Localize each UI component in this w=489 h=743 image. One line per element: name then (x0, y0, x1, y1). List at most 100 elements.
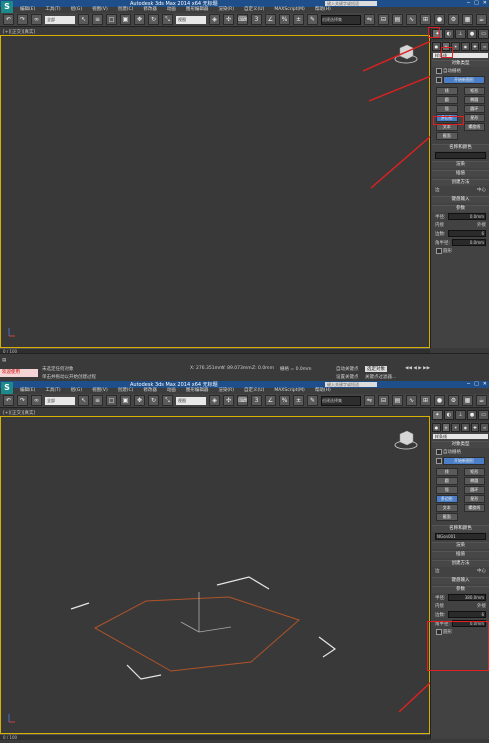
shape-button[interactable]: 星形 (463, 114, 485, 122)
hierarchy-tab-icon[interactable]: ⊥ (455, 410, 466, 420)
shape-button[interactable]: 多边形 (436, 495, 458, 503)
shape-button[interactable]: 截面 (436, 132, 458, 140)
render-setup-icon[interactable]: ⚙ (448, 14, 459, 25)
selection-filter-dropdown[interactable]: 全部 (45, 396, 75, 405)
rotate-icon[interactable]: ↻ (148, 14, 159, 25)
align-icon[interactable]: ⊟ (378, 14, 389, 25)
radius-spinner[interactable]: 半径: 0.0mm (432, 212, 489, 221)
angle-snap-icon[interactable]: ∠ (265, 14, 276, 25)
pivot-icon[interactable]: ◈ (209, 14, 220, 25)
set-key-label[interactable]: 设置关键点 (336, 374, 359, 380)
spinner-snap-icon[interactable]: ± (293, 14, 304, 25)
manipulate-icon[interactable]: ✣ (223, 14, 234, 25)
curve-editor-icon[interactable]: ∿ (406, 14, 417, 25)
snap-icon[interactable]: 3 (251, 14, 262, 25)
motion-tab-icon[interactable]: ● (466, 410, 478, 420)
search-input[interactable]: 键入关键字或短语 (325, 1, 377, 6)
snap-icon[interactable]: 3 (251, 395, 262, 406)
object-name-field[interactable] (435, 152, 486, 159)
shape-button[interactable]: 线 (436, 87, 458, 95)
shape-button[interactable]: 弧 (436, 105, 458, 113)
layer-icon[interactable]: ▤ (392, 14, 403, 25)
geometry-icon[interactable]: ● (432, 42, 441, 51)
lights-icon[interactable]: ☀ (451, 423, 461, 432)
rotate-icon[interactable]: ↻ (148, 395, 159, 406)
undo-icon[interactable]: ↶ (3, 395, 14, 406)
minimize-button[interactable]: ─ (467, 381, 470, 387)
geometry-icon[interactable]: ● (432, 423, 441, 432)
shape-button[interactable]: 截面 (436, 513, 458, 521)
schematic-icon[interactable]: ⊞ (420, 395, 431, 406)
start-new-shape-checkbox[interactable]: 开始新图形 (432, 456, 489, 466)
percent-snap-icon[interactable]: % (279, 14, 290, 25)
perspective-viewport[interactable] (0, 35, 432, 348)
start-new-shape-checkbox[interactable]: 开始新图形 (432, 75, 489, 85)
rect-region-icon[interactable]: □ (106, 14, 117, 25)
rollout-header[interactable]: 渲染 (432, 543, 489, 549)
app-logo-icon[interactable]: S (1, 1, 13, 13)
mirror-icon[interactable]: ⇋ (364, 395, 375, 406)
shape-button[interactable]: 椭圆 (463, 96, 485, 104)
selection-filter-dropdown[interactable]: 全部 (45, 15, 75, 24)
radius-spinner[interactable]: 半径: 380.0mm (432, 593, 489, 602)
coord-z[interactable]: Z: 0.0mm (252, 366, 274, 371)
create-tab-icon[interactable]: ✦ (432, 410, 443, 420)
undo-icon[interactable]: ↶ (3, 14, 14, 25)
shape-button[interactable]: 椭圆 (463, 477, 485, 485)
rollout-header[interactable]: 渲染 (432, 162, 489, 168)
cameras-icon[interactable]: ◉ (461, 42, 470, 51)
coord-x[interactable]: X: 276.351mm (190, 366, 223, 371)
window-crossing-icon[interactable]: ▣ (120, 14, 131, 25)
shape-button[interactable]: 圆 (436, 477, 458, 485)
rollout-header[interactable]: 插值 (432, 171, 489, 177)
render-setup-icon[interactable]: ⚙ (448, 395, 459, 406)
shape-button[interactable]: 螺旋线 (463, 123, 485, 131)
spacewarps-icon[interactable]: ≈ (480, 42, 489, 51)
sides-spinner[interactable]: 边数: 6 (432, 610, 489, 619)
modify-tab-icon[interactable]: ◐ (443, 29, 455, 39)
keyboard-shortcut-icon[interactable]: ⌨ (237, 395, 248, 406)
edit-named-sel-icon[interactable]: ✎ (307, 395, 318, 406)
corner-radius-spinner[interactable]: 角半径: 0.0mm (432, 238, 489, 247)
edit-named-sel-icon[interactable]: ✎ (307, 14, 318, 25)
shape-button[interactable]: 线 (436, 468, 458, 476)
redo-icon[interactable]: ↷ (17, 14, 28, 25)
rollout-header[interactable]: 键盘输入 (432, 197, 489, 203)
shape-button[interactable]: 圆环 (463, 486, 485, 494)
auto-key-label[interactable]: 自动关键点 (336, 366, 359, 372)
select-object-icon[interactable]: ↖ (78, 14, 89, 25)
app-logo-icon[interactable]: S (1, 382, 13, 394)
select-by-name-icon[interactable]: ≡ (92, 14, 103, 25)
curve-editor-icon[interactable]: ∿ (406, 395, 417, 406)
shapes-icon[interactable]: ⟡ (441, 423, 451, 432)
helpers-icon[interactable]: ✚ (470, 42, 480, 51)
shape-button[interactable]: 螺旋线 (463, 504, 485, 512)
move-icon[interactable]: ✥ (134, 14, 145, 25)
close-button[interactable]: ✕ (483, 381, 487, 387)
modify-tab-icon[interactable]: ◐ (443, 410, 455, 420)
shape-button[interactable]: 星形 (463, 495, 485, 503)
category-dropdown[interactable]: 样条线 (433, 434, 488, 439)
link-icon[interactable]: ∞ (31, 14, 42, 25)
render-frame-icon[interactable]: ▦ (462, 395, 473, 406)
rollout-header[interactable]: 名称和颜色 (432, 526, 489, 532)
close-button[interactable]: ✕ (483, 0, 487, 6)
shape-button[interactable]: 矩形 (463, 468, 485, 476)
rollout-header[interactable]: 名称和颜色 (432, 145, 489, 151)
material-editor-icon[interactable]: ● (434, 14, 445, 25)
link-icon[interactable]: ∞ (31, 395, 42, 406)
render-icon[interactable]: ☕ (476, 14, 487, 25)
inscribed-options[interactable]: 内接 外接 (432, 221, 489, 229)
coord-y[interactable]: Y: 89.073mm (222, 366, 252, 371)
reference-coord-dropdown[interactable]: 视图 (176, 396, 206, 405)
spinner-snap-icon[interactable]: ± (293, 395, 304, 406)
mirror-icon[interactable]: ⇋ (364, 14, 375, 25)
autogrid-checkbox[interactable]: 自动栅格 (432, 448, 489, 456)
spacewarps-icon[interactable]: ≈ (480, 423, 489, 432)
pivot-icon[interactable]: ◈ (209, 395, 220, 406)
keyboard-shortcut-icon[interactable]: ⌨ (237, 14, 248, 25)
key-mode-dropdown[interactable]: 选定对象 (365, 366, 387, 372)
maximize-button[interactable]: □ (474, 0, 479, 6)
schematic-icon[interactable]: ⊞ (420, 14, 431, 25)
creation-method-options[interactable]: 边中心 (432, 567, 489, 575)
